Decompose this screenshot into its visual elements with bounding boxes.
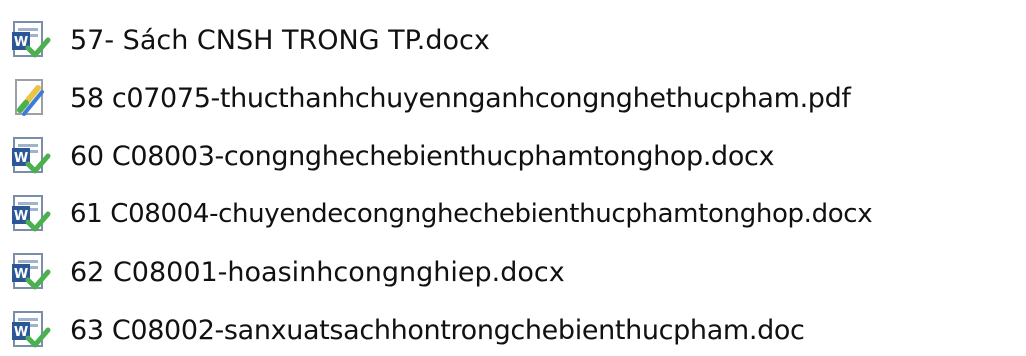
file-item[interactable]: W 61 C08004-chuyendecongnghechebienthucp… [8, 188, 873, 240]
file-name: 62 C08001-hoasinhcongnghiep.docx [70, 256, 565, 288]
word-document-icon: W [8, 192, 52, 236]
word-document-icon: W [8, 18, 52, 62]
file-list: W 57- Sách CNSH TRONG TP.docx 58 c07075-… [0, 0, 1026, 356]
file-name: 60 C08003-congnghechebienthucphamtonghop… [70, 140, 775, 172]
word-document-icon: W [8, 134, 52, 178]
file-name: 61 C08004-chuyendecongnghechebienthucpha… [70, 199, 873, 229]
file-item[interactable]: W 63 C08002-sanxuatsachhontrongchebienth… [8, 304, 805, 356]
word-document-icon: W [8, 250, 52, 294]
file-item[interactable]: W 57- Sách CNSH TRONG TP.docx [8, 14, 490, 66]
pdf-document-icon [8, 76, 52, 120]
file-name: 63 C08002-sanxuatsachhontrongchebienthuc… [70, 314, 805, 346]
file-item[interactable]: W 62 C08001-hoasinhcongnghiep.docx [8, 246, 565, 298]
file-item[interactable]: W 60 C08003-congnghechebienthucphamtongh… [8, 130, 774, 182]
word-document-icon: W [8, 308, 52, 352]
file-name: 58 c07075-thucthanhchuyennganhcongngheth… [70, 82, 851, 114]
file-name: 57- Sách CNSH TRONG TP.docx [70, 24, 490, 56]
file-item[interactable]: 58 c07075-thucthanhchuyennganhcongngheth… [8, 72, 851, 124]
